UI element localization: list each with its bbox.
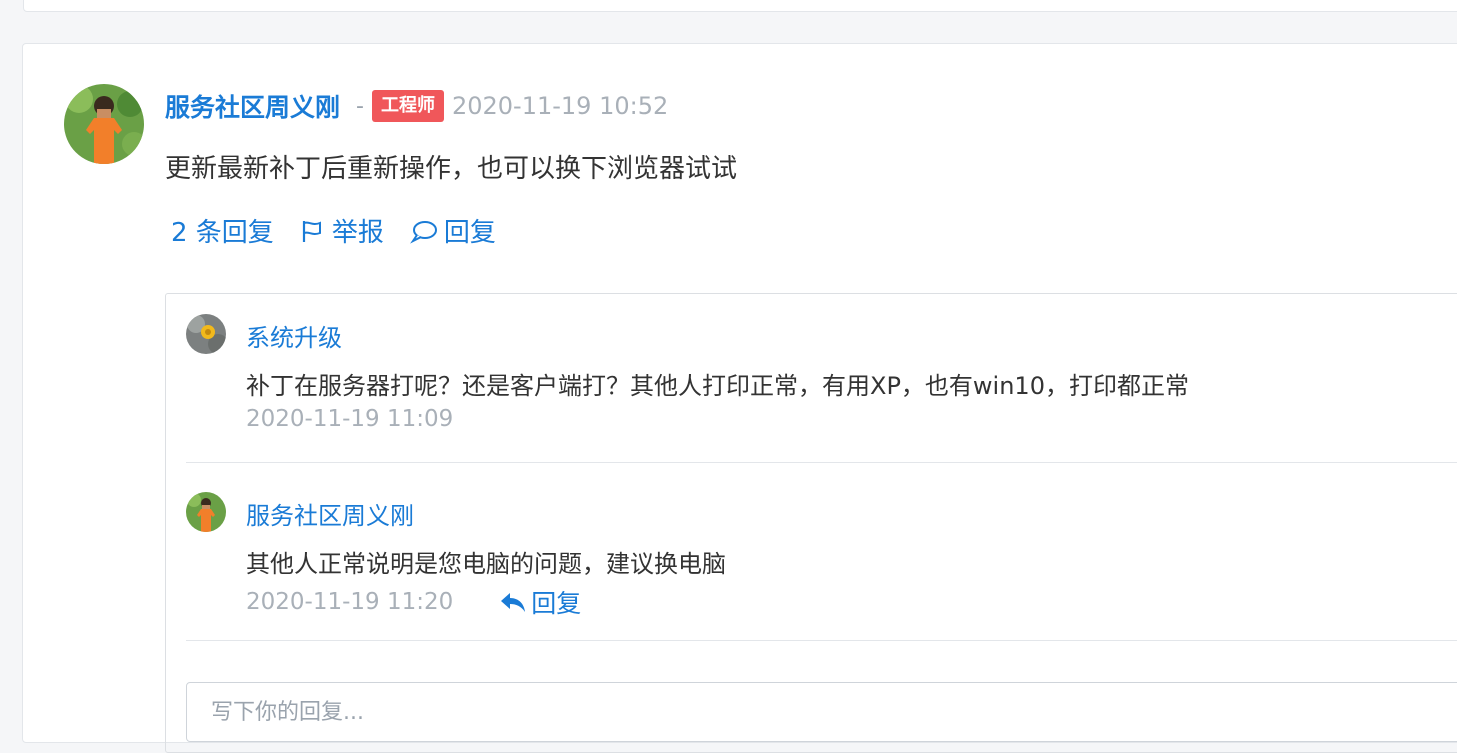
comment-card: 服务社区周义刚 - 工程师 2020-11-19 10:52 更新最新补丁后重新… (22, 43, 1457, 753)
replies-count-link[interactable]: 2 条回复 (171, 212, 274, 249)
replies-panel: 系统升级 补丁在服务器打呢？还是客户端打？其他人打印正常，有用XP，也有win1… (165, 293, 1457, 753)
reply-to-reply-button[interactable]: 回复 (499, 584, 581, 620)
reply-label: 回复 (443, 218, 496, 248)
post-actions: 2 条回复 举报 回复 (171, 212, 522, 249)
author-name[interactable]: 服务社区周义刚 (165, 88, 340, 124)
reply-divider (186, 462, 1457, 463)
post-header: 服务社区周义刚 - 工程师 2020-11-19 10:52 (165, 88, 668, 124)
reply-author[interactable]: 服务社区周义刚 (246, 496, 414, 531)
previous-post-card (23, 0, 1457, 12)
reply-meta: 2020-11-19 11:09 (246, 406, 453, 432)
reply-meta: 2020-11-19 11:20 回复 (246, 584, 581, 620)
reply-avatar[interactable] (186, 314, 226, 354)
reply-button[interactable]: 回复 (409, 212, 496, 249)
separator: - (356, 93, 364, 119)
reply-text: 其他人正常说明是您电脑的问题，建议换电脑 (246, 550, 726, 578)
reply-avatar[interactable] (186, 492, 226, 532)
report-button[interactable]: 举报 (300, 212, 384, 249)
reply-input[interactable] (186, 682, 1457, 742)
post-timestamp: 2020-11-19 10:52 (451, 92, 669, 120)
reply-author[interactable]: 系统升级 (246, 318, 342, 353)
reply-timestamp: 2020-11-19 11:20 (246, 589, 454, 615)
report-label: 举报 (331, 218, 384, 248)
reply-arrow-icon (501, 593, 526, 612)
reply-to-reply-label: 回复 (531, 589, 582, 618)
reply-text: 补丁在服务器打呢？还是客户端打？其他人打印正常，有用XP，也有win10，打印都… (246, 372, 1189, 400)
reply-divider (186, 640, 1457, 641)
reply-item: 系统升级 补丁在服务器打呢？还是客户端打？其他人打印正常，有用XP，也有win1… (186, 314, 1457, 444)
reply-timestamp: 2020-11-19 11:09 (246, 406, 454, 432)
post-body: 更新最新补丁后重新操作，也可以换下浏览器试试 (165, 154, 738, 184)
comment-icon (409, 220, 437, 244)
replies-count-label: 2 条回复 (171, 218, 274, 248)
flag-icon (302, 220, 321, 242)
role-badge: 工程师 (371, 90, 444, 122)
author-avatar[interactable] (64, 84, 144, 164)
reply-item: 服务社区周义刚 其他人正常说明是您电脑的问题，建议换电脑 2020-11-19 … (186, 492, 1457, 622)
